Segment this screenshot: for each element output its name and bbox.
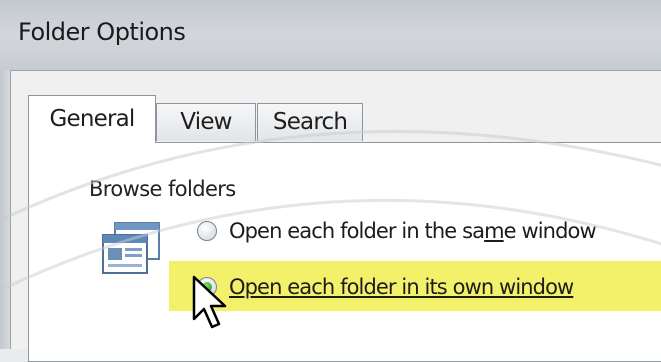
mouse-pointer-icon [192, 275, 227, 329]
general-tab-panel: Browse folders Open each folder in the s… [28, 142, 661, 362]
radio-same-window-label[interactable]: Open each folder in the same window [229, 219, 597, 243]
folder-options-window: Folder Options General View Search Brows… [0, 0, 661, 362]
browse-folders-label: Browse folders [89, 177, 236, 201]
tab-strip: General View Search [28, 93, 661, 143]
radio-own-window[interactable]: Open each folder in its own window [197, 269, 574, 305]
tab-view[interactable]: View [156, 103, 256, 141]
title-bar[interactable]: Folder Options [0, 0, 661, 71]
radio-own-window-label[interactable]: Open each folder in its own window [229, 275, 574, 299]
tab-general[interactable]: General [28, 95, 156, 143]
tab-search[interactable]: Search [257, 103, 363, 141]
dialog-client-area: General View Search Browse folders Open … [11, 71, 661, 362]
window-frame-left [0, 70, 11, 349]
window-title: Folder Options [18, 18, 186, 46]
radio-same-window[interactable]: Open each folder in the same window [197, 213, 597, 249]
radio-button-same-window[interactable] [197, 221, 217, 241]
folder-window-icon [102, 222, 160, 274]
